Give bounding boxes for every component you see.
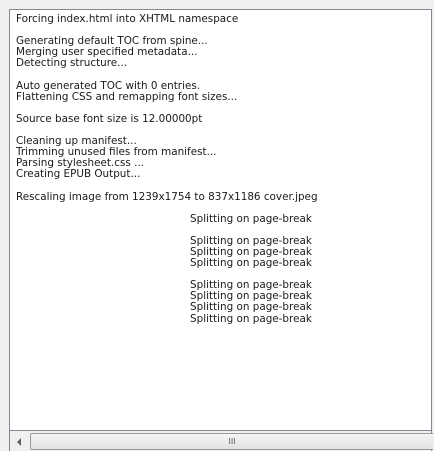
log-line: Splitting on page-break: [190, 312, 312, 325]
scroll-left-button[interactable]: [10, 433, 27, 450]
log-line: Splitting on page-break: [190, 301, 312, 314]
log-line: Forcing index.html into XHTML namespace: [16, 13, 239, 25]
log-line: Creating EPUB Output...: [16, 168, 141, 181]
log-line: Flattening CSS and remapping font sizes.…: [16, 90, 238, 103]
log-blank-line: [16, 180, 426, 191]
log-line: Splitting on page-break: [190, 212, 312, 225]
horizontal-scrollbar[interactable]: III: [9, 431, 433, 451]
scroll-grip-icon: III: [228, 436, 236, 446]
arrow-left-icon: [16, 437, 21, 446]
log-line: Source base font size is 12.00000pt: [16, 112, 203, 125]
log-window: Forcing index.html into XHTML namespace G…: [0, 0, 434, 451]
log-text: Forcing index.html into XHTML namespace G…: [16, 13, 426, 325]
log-line: Splitting on page-break: [190, 257, 312, 270]
log-line: Auto generated TOC with 0 entries.: [16, 79, 201, 92]
window-top-edge: [0, 0, 434, 8]
log-line: Detecting structure...: [16, 57, 128, 70]
log-line: Rescaling image from 1239x1754 to 837x11…: [16, 190, 318, 203]
log-output-panel[interactable]: Forcing index.html into XHTML namespace G…: [9, 9, 432, 431]
scrollbar-thumb[interactable]: III: [30, 433, 433, 450]
log-blank-line: [16, 69, 426, 80]
